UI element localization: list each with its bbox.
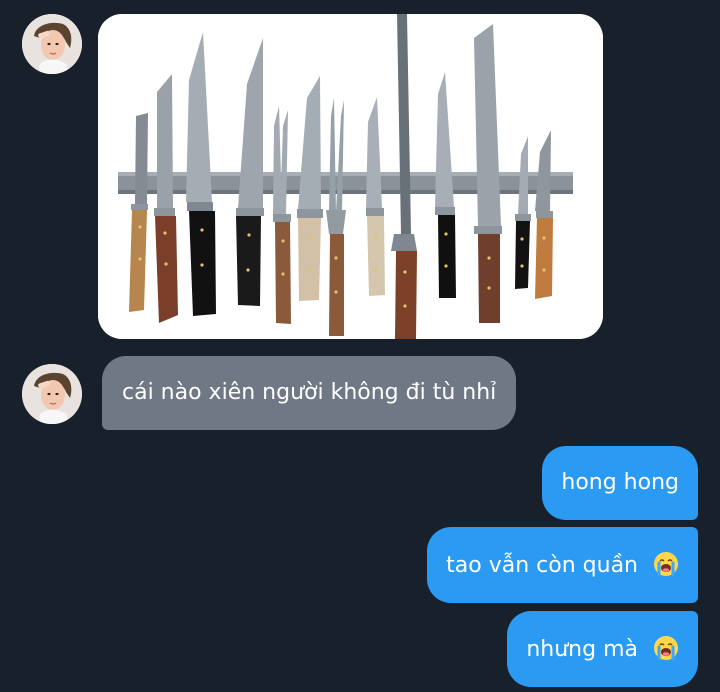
incoming-message[interactable]: cái nào xiên người không đi tù nhỉ bbox=[102, 356, 517, 430]
outgoing-message[interactable]: hong hong bbox=[542, 446, 698, 520]
message-text: tao vẫn còn quần bbox=[446, 553, 638, 578]
message-text: nhưng mà bbox=[526, 637, 638, 662]
shared-image-message[interactable] bbox=[98, 14, 603, 339]
outgoing-message[interactable]: tao vẫn còn quần bbox=[427, 527, 698, 603]
sender-avatar[interactable] bbox=[22, 364, 82, 424]
crying-face-icon bbox=[653, 551, 679, 577]
sender-avatar[interactable] bbox=[22, 14, 82, 74]
knife-rack-image bbox=[98, 14, 603, 339]
outgoing-message[interactable]: nhưng mà bbox=[507, 611, 698, 687]
message-text: hong hong bbox=[561, 470, 679, 495]
crying-face-icon bbox=[653, 635, 679, 661]
message-text: cái nào xiên người không đi tù nhỉ bbox=[122, 380, 497, 405]
